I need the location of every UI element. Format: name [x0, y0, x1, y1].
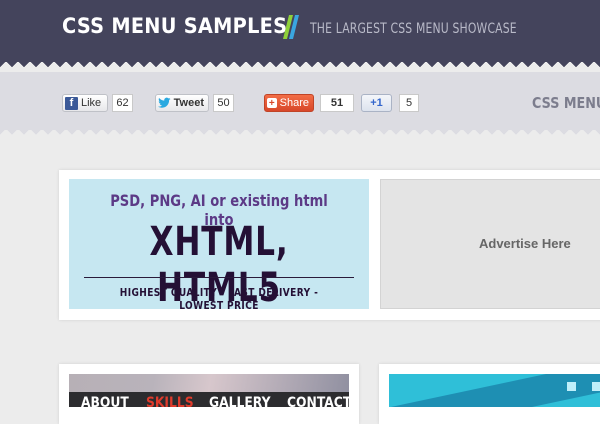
- banner-features: HIGHEST QUALITY - FAST DELIVERY - LOWEST…: [119, 286, 319, 312]
- teal-square-icon: [567, 382, 576, 391]
- google-plus-label: +1: [370, 97, 383, 109]
- menu-sample-preview[interactable]: ABOUT SKILLS GALLERY CONTACT: [69, 374, 349, 407]
- preview-nav-gallery: GALLERY: [209, 395, 271, 407]
- preview-nav-skills: SKILLS: [146, 395, 194, 407]
- twitter-bird-icon: [158, 97, 171, 108]
- google-plus-one-button[interactable]: +1: [361, 94, 392, 112]
- tweet-label: Tweet: [173, 97, 204, 109]
- facebook-like-button[interactable]: f Like: [62, 94, 108, 112]
- banner-divider: [84, 277, 354, 278]
- share-button[interactable]: + Share: [264, 94, 314, 112]
- site-tagline: THE LARGEST CSS MENU SHOWCASE: [310, 21, 517, 37]
- double-slash-icon: [283, 15, 299, 39]
- site-title[interactable]: CSS MENU SAMPLES: [62, 14, 287, 38]
- menu-sample-preview-2[interactable]: [389, 374, 600, 407]
- xhtml-banner-ad[interactable]: PSD, PNG, AI or existing html into XHTML…: [69, 179, 369, 312]
- facebook-icon: f: [65, 96, 78, 110]
- header-zigzag-edge: [0, 62, 600, 72]
- share-plus-icon: +: [267, 97, 277, 109]
- facebook-like-count: 62: [112, 94, 133, 112]
- social-zigzag-edge: [0, 130, 600, 138]
- css-menu-nav-label[interactable]: CSS MENU: [532, 94, 600, 112]
- site-header: CSS MENU SAMPLES THE LARGEST CSS MENU SH…: [0, 0, 600, 62]
- advertise-label: Advertise Here: [479, 236, 571, 251]
- advertise-slot[interactable]: Advertise Here: [380, 179, 600, 309]
- tweet-count: 50: [213, 94, 234, 112]
- tweet-button[interactable]: Tweet: [155, 94, 209, 112]
- preview-nav-about: ABOUT: [81, 395, 129, 407]
- share-label: Share: [279, 97, 309, 109]
- facebook-like-label: Like: [81, 97, 102, 109]
- share-count: 51: [320, 94, 354, 112]
- google-plus-count: 5: [399, 94, 419, 112]
- teal-square-icon: [592, 382, 600, 391]
- preview-nav-contact: CONTACT: [287, 395, 349, 407]
